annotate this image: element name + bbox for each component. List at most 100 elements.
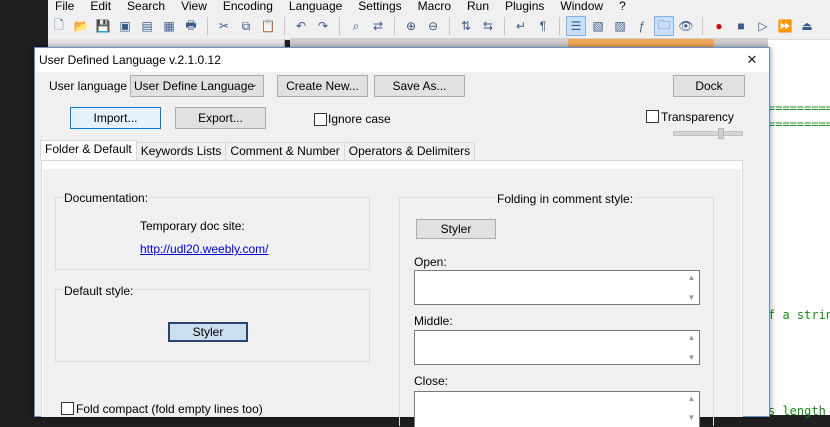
editor-line: ========= bbox=[768, 101, 830, 115]
scroll-up-icon[interactable]: ▲ bbox=[686, 273, 697, 282]
transparency-slider-thumb[interactable] bbox=[718, 128, 724, 139]
toolbar-separator bbox=[702, 17, 703, 35]
find-icon[interactable]: ⌕ bbox=[347, 17, 365, 35]
toolbar-separator bbox=[207, 17, 208, 35]
fold-compact-checkbox[interactable] bbox=[61, 402, 74, 415]
tab-comment-number[interactable]: Comment & Number bbox=[225, 142, 345, 160]
close-all-icon[interactable]: ▦ bbox=[160, 17, 178, 35]
middle-textbox[interactable]: ▲ ▼ bbox=[414, 330, 700, 365]
function-list-icon[interactable]: ƒ bbox=[633, 17, 651, 35]
tab-folder-default[interactable]: Folder & Default bbox=[40, 140, 137, 160]
print-icon[interactable]: 🖶 bbox=[182, 17, 200, 35]
tab-panel: Documentation: Temporary doc site: http:… bbox=[41, 160, 743, 427]
save-as-button[interactable]: Save As... bbox=[374, 75, 465, 97]
menu-language[interactable]: Language bbox=[289, 0, 342, 13]
document-map-icon[interactable]: ▨ bbox=[611, 17, 629, 35]
doc-site-link[interactable]: http://udl20.weebly.com/ bbox=[140, 242, 269, 256]
toolbar-separator bbox=[394, 17, 395, 35]
save-macro-icon[interactable]: ⏏ bbox=[798, 17, 816, 35]
save-all-icon[interactable]: ▣ bbox=[116, 17, 134, 35]
udl-dialog: User Defined Language v.2.1.0.12 ✕ User … bbox=[34, 47, 770, 427]
user-language-label: User language : bbox=[49, 79, 134, 93]
indent-guide-icon[interactable]: ☰ bbox=[566, 16, 586, 36]
paste-icon[interactable]: 📋 bbox=[259, 17, 277, 35]
create-new-button[interactable]: Create New... bbox=[277, 75, 368, 97]
menu-edit[interactable]: Edit bbox=[90, 0, 111, 13]
zoom-in-icon[interactable]: ⊕ bbox=[402, 17, 420, 35]
user-language-select[interactable]: User Define Language ⌄ bbox=[130, 75, 264, 97]
menu-view[interactable]: View bbox=[181, 0, 207, 13]
scroll-down-icon[interactable]: ▼ bbox=[686, 293, 697, 302]
cut-icon[interactable]: ✂ bbox=[215, 17, 233, 35]
copy-icon[interactable]: ⧉ bbox=[237, 17, 255, 35]
open-textbox[interactable]: ▲ ▼ bbox=[414, 270, 700, 305]
open-file-icon[interactable]: 📂 bbox=[72, 17, 90, 35]
new-file-icon[interactable]: 🗋 bbox=[50, 17, 68, 35]
dialog-titlebar[interactable]: User Defined Language v.2.1.0.12 ✕ bbox=[35, 48, 769, 72]
play-macro-icon[interactable]: ▷ bbox=[754, 17, 772, 35]
menu-help[interactable]: ? bbox=[619, 0, 626, 13]
chevron-down-icon: ⌄ bbox=[249, 79, 258, 90]
import-button[interactable]: Import... bbox=[70, 107, 161, 129]
udl-icon[interactable]: ▧ bbox=[589, 17, 607, 35]
word-wrap-icon[interactable]: ↵ bbox=[512, 17, 530, 35]
toolbar-separator bbox=[284, 17, 285, 35]
stop-macro-icon[interactable]: ■ bbox=[732, 17, 750, 35]
menu-window[interactable]: Window bbox=[560, 0, 603, 13]
menu-macro[interactable]: Macro bbox=[418, 0, 451, 13]
default-styler-button[interactable]: Styler bbox=[168, 322, 248, 342]
menu-settings[interactable]: Settings bbox=[358, 0, 401, 13]
record-macro-icon[interactable]: ● bbox=[710, 17, 728, 35]
scroll-up-icon[interactable]: ▲ bbox=[686, 333, 697, 342]
toolbar-separator bbox=[449, 17, 450, 35]
menu-search[interactable]: Search bbox=[127, 0, 165, 13]
sync-vertical-icon[interactable]: ⇅ bbox=[457, 17, 475, 35]
menu-plugins[interactable]: Plugins bbox=[505, 0, 544, 13]
documentation-group: Documentation: Temporary doc site: http:… bbox=[55, 191, 370, 270]
editor-area[interactable]: ========= ========= f a strin s length bbox=[768, 40, 830, 418]
menu-run[interactable]: Run bbox=[467, 0, 489, 13]
close-label: Close: bbox=[414, 374, 449, 388]
close-icon[interactable]: ✕ bbox=[735, 48, 769, 72]
ignore-case-label: Ignore case bbox=[328, 112, 391, 126]
tab-keywords-lists[interactable]: Keywords Lists bbox=[135, 142, 227, 160]
export-button[interactable]: Export... bbox=[175, 107, 266, 129]
dialog-title: User Defined Language v.2.1.0.12 bbox=[39, 53, 221, 67]
tab-bar: Folder & Default Keywords Lists Comment … bbox=[40, 140, 476, 160]
close-textbox[interactable]: ▲ ▼ bbox=[414, 391, 700, 427]
toolbar-separator bbox=[559, 17, 560, 35]
menu-bar: File Edit Search View Encoding Language … bbox=[48, 0, 830, 13]
undo-icon[interactable]: ↶ bbox=[292, 17, 310, 35]
fold-compact-label: Fold compact (fold empty lines too) bbox=[76, 402, 263, 416]
default-style-heading: Default style: bbox=[63, 284, 135, 298]
scroll-down-icon[interactable]: ▼ bbox=[686, 413, 697, 422]
tab-panel-content: Documentation: Temporary doc site: http:… bbox=[43, 169, 741, 427]
redo-icon[interactable]: ↷ bbox=[314, 17, 332, 35]
transparency-slider-track[interactable] bbox=[673, 131, 743, 136]
transparency-checkbox[interactable] bbox=[646, 110, 659, 123]
ignore-case-checkbox[interactable] bbox=[314, 113, 327, 126]
zoom-out-icon[interactable]: ⊖ bbox=[424, 17, 442, 35]
replace-icon[interactable]: ⇄ bbox=[369, 17, 387, 35]
dock-button[interactable]: Dock bbox=[673, 75, 745, 97]
tab-operators-delimiters[interactable]: Operators & Delimiters bbox=[343, 142, 476, 160]
menu-encoding[interactable]: Encoding bbox=[223, 0, 273, 13]
show-all-chars-icon[interactable]: ¶ bbox=[534, 17, 552, 35]
save-icon[interactable]: 💾 bbox=[94, 17, 112, 35]
scroll-up-icon[interactable]: ▲ bbox=[686, 394, 697, 403]
editor-line: ========= bbox=[768, 117, 830, 131]
sync-horizontal-icon[interactable]: ⇆ bbox=[479, 17, 497, 35]
temp-doc-site-label: Temporary doc site: bbox=[140, 219, 245, 233]
folder-workspace-icon[interactable]: 🗀 bbox=[654, 16, 674, 36]
scroll-down-icon[interactable]: ▼ bbox=[686, 353, 697, 362]
folding-styler-button[interactable]: Styler bbox=[416, 219, 496, 239]
close-file-icon[interactable]: ▤ bbox=[138, 17, 156, 35]
editor-line: s length bbox=[768, 404, 826, 418]
user-language-value: User Define Language bbox=[134, 79, 255, 93]
folding-comment-group: Folding in comment style: Styler Open: ▲… bbox=[399, 192, 714, 427]
monitoring-icon[interactable]: 👁 bbox=[677, 17, 695, 35]
play-macro-multiple-icon[interactable]: ⏩ bbox=[776, 17, 794, 35]
menu-file[interactable]: File bbox=[55, 0, 74, 13]
transparency-label: Transparency bbox=[661, 110, 734, 124]
editor-line: f a strin bbox=[768, 308, 830, 322]
